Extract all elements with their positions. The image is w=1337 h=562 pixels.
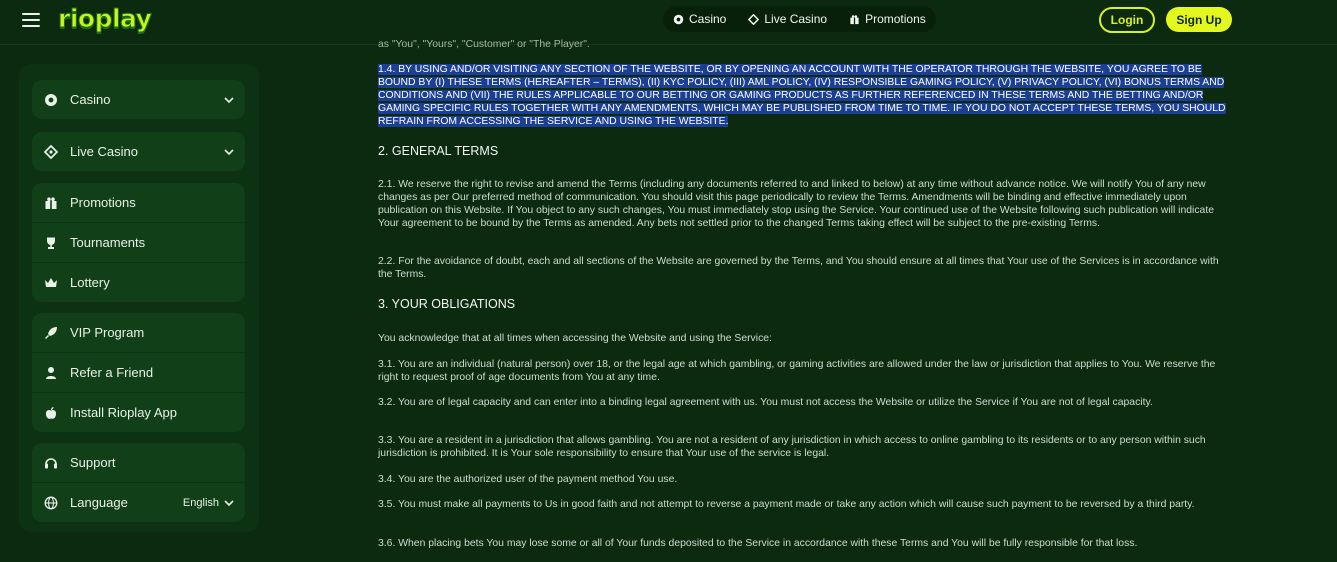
- rocket-icon: [44, 326, 58, 340]
- top-nav-live-casino[interactable]: Live Casino: [748, 12, 827, 26]
- sidebar-group-settings: Support Language English: [32, 443, 245, 522]
- sidebar-item-label: Support: [70, 455, 116, 470]
- apple-icon: [44, 406, 58, 420]
- sidebar-item-refer-a-friend[interactable]: Refer a Friend: [32, 352, 245, 392]
- gift-icon: [44, 196, 58, 210]
- sidebar-item-promotions[interactable]: Promotions: [32, 183, 245, 222]
- sidebar: Casino Live Casino Promotions Tournament…: [19, 64, 259, 532]
- sidebar-item-label: Tournaments: [70, 235, 146, 250]
- sidebar-item-label: Live Casino: [70, 144, 138, 159]
- paragraph-3-3: 3.3. You are a resident in a jurisdictio…: [378, 435, 1206, 459]
- sidebar-item-tournaments[interactable]: Tournaments: [32, 222, 245, 262]
- selected-text: 1.4. BY USING AND/OR VISITING ANY SECTIO…: [378, 64, 1226, 127]
- chevron-down-icon: [224, 96, 234, 103]
- paragraph-2-2: 2.2. For the avoidance of doubt, each an…: [378, 256, 1219, 280]
- live-casino-icon: [44, 144, 58, 159]
- paragraph-3-2: 3.2. You are of legal capacity and can e…: [378, 397, 1153, 408]
- highlighted-clause: 1.4. BY USING AND/OR VISITING ANY SECTIO…: [378, 63, 1232, 128]
- sidebar-group-live-casino: Live Casino: [32, 132, 245, 171]
- sidebar-item-install-app[interactable]: Install Rioplay App: [32, 392, 245, 432]
- top-nav-promotions[interactable]: Promotions: [849, 12, 926, 26]
- sidebar-item-casino[interactable]: Casino: [32, 80, 245, 119]
- paragraph-3-6: 3.6. When placing bets You may lose some…: [378, 538, 1138, 549]
- top-nav: Casino Live Casino Promotions: [663, 6, 936, 32]
- sidebar-item-label: VIP Program: [70, 325, 145, 340]
- paragraph-3-4: 3.4. You are the authorized user of the …: [378, 474, 678, 485]
- globe-icon: [44, 496, 58, 510]
- paragraph-2-1: 2.1. We reserve the right to revise and …: [378, 179, 1214, 229]
- menu-icon[interactable]: [22, 13, 40, 27]
- top-nav-live-casino-label: Live Casino: [764, 12, 828, 26]
- sidebar-item-label: Promotions: [70, 195, 136, 210]
- top-nav-casino[interactable]: Casino: [673, 12, 726, 26]
- live-casino-icon: [748, 13, 760, 25]
- casino-chip-icon: [673, 14, 684, 24]
- sidebar-group-rewards: Promotions Tournaments Lottery: [32, 183, 245, 302]
- top-nav-promotions-label: Promotions: [865, 12, 926, 26]
- crown-icon: [44, 276, 58, 290]
- top-nav-casino-label: Casino: [689, 12, 727, 26]
- paragraph-3-1: 3.1. You are an individual (natural pers…: [378, 359, 1216, 383]
- trophy-icon: [44, 236, 58, 250]
- sidebar-item-language[interactable]: Language English: [32, 482, 245, 522]
- login-button[interactable]: Login: [1099, 7, 1155, 33]
- logo[interactable]: rioplay: [57, 4, 152, 34]
- paragraph-3-5: 3.5. You must make all payments to Us in…: [378, 499, 1195, 510]
- sidebar-item-live-casino[interactable]: Live Casino: [32, 132, 245, 171]
- person-icon: [44, 366, 58, 380]
- section-heading-obligations: 3. YOUR OBLIGATIONS: [378, 297, 516, 311]
- sidebar-group-casino: Casino: [32, 80, 245, 119]
- chevron-down-icon: [224, 148, 234, 155]
- sidebar-item-label: Refer a Friend: [70, 365, 154, 380]
- sidebar-item-lottery[interactable]: Lottery: [32, 262, 245, 302]
- gift-icon: [850, 14, 859, 24]
- cut-off-line: as "You", "Yours", "Customer" or "The Pl…: [378, 39, 590, 50]
- section-heading-general: 2. GENERAL TERMS: [378, 144, 499, 158]
- headset-icon: [44, 456, 58, 470]
- sidebar-item-label: Lottery: [70, 275, 110, 290]
- paragraph-3-intro: You acknowledge that at all times when a…: [378, 333, 772, 344]
- signup-button[interactable]: Sign Up: [1166, 7, 1232, 32]
- sidebar-item-label: Install Rioplay App: [70, 405, 177, 420]
- sidebar-item-label: Casino: [70, 92, 111, 107]
- sidebar-item-vip-program[interactable]: VIP Program: [32, 313, 245, 352]
- chevron-down-icon: [224, 499, 234, 506]
- sidebar-item-label: Language: [70, 495, 128, 510]
- sidebar-item-support[interactable]: Support: [32, 443, 245, 482]
- casino-chip-icon: [44, 93, 58, 107]
- language-value: English: [182, 496, 219, 509]
- sidebar-group-more: VIP Program Refer a Friend Install Riopl…: [32, 313, 245, 432]
- top-bar: rioplay Casino Live Casino Promotions Lo…: [0, 0, 1337, 45]
